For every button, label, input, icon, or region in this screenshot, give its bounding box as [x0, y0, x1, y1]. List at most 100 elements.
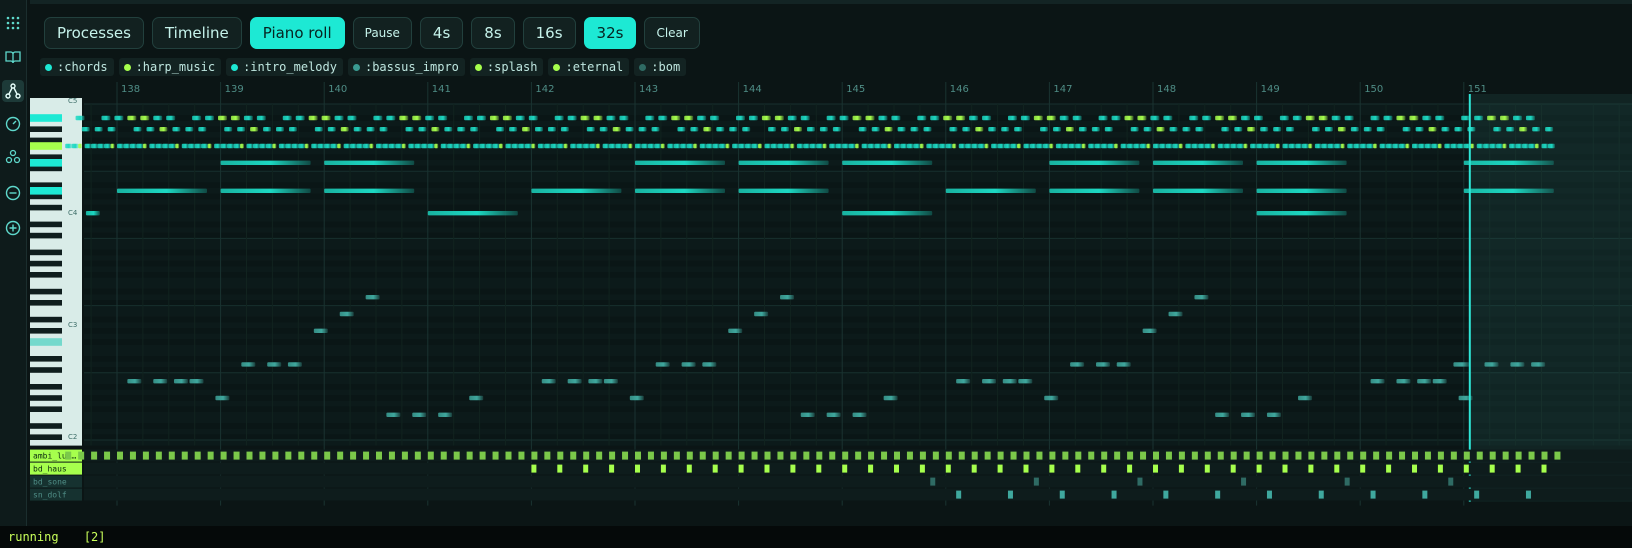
- clear-button[interactable]: Clear: [644, 17, 700, 49]
- note: [230, 115, 240, 121]
- note: [586, 127, 595, 132]
- note: [677, 127, 686, 132]
- note: [1088, 143, 1096, 149]
- note: [1337, 127, 1346, 132]
- note: [962, 127, 971, 132]
- note: [1036, 143, 1044, 149]
- channel-chip[interactable]: :splash: [469, 58, 544, 76]
- note: [926, 143, 934, 149]
- note: [1431, 143, 1439, 149]
- note: [1535, 143, 1540, 149]
- note: [524, 143, 532, 149]
- note: [1195, 127, 1204, 132]
- channel-chip[interactable]: :harp_music: [118, 58, 222, 76]
- tab-timeline[interactable]: Timeline: [151, 17, 242, 49]
- note: [1062, 143, 1070, 149]
- note: [496, 127, 505, 132]
- window-8s-button[interactable]: 8s: [471, 17, 515, 49]
- drum-hit: [1412, 451, 1418, 460]
- note: [1266, 412, 1281, 417]
- note: [956, 379, 971, 384]
- note: [1133, 143, 1141, 149]
- drum-hit: [777, 451, 784, 460]
- window-4s-button[interactable]: 4s: [419, 17, 464, 49]
- tab-processes[interactable]: Processes: [44, 17, 144, 49]
- piano-roll[interactable]: 138 139 140 141 142 143 144 145 146 147 148 149 150 1…: [30, 80, 1632, 516]
- note: [146, 127, 155, 132]
- drum-hit: [1515, 464, 1521, 473]
- note: [291, 143, 299, 149]
- note: [1493, 127, 1502, 132]
- bar-number: 151: [1468, 84, 1487, 95]
- drum-hit: [673, 451, 680, 460]
- note: [1091, 127, 1100, 132]
- drum-hit: [984, 451, 991, 460]
- note: [842, 160, 933, 165]
- note: [1386, 143, 1394, 149]
- channel-chip[interactable]: :eternal: [548, 58, 630, 76]
- drum-track-label: sn_dolf: [33, 491, 67, 500]
- minus-circle-icon[interactable]: [2, 182, 24, 204]
- drum-hit: [1204, 464, 1210, 473]
- note: [622, 143, 630, 149]
- note: [340, 127, 349, 132]
- channel-chip[interactable]: :bom: [634, 58, 687, 76]
- window-16s-button[interactable]: 16s: [522, 17, 576, 49]
- note: [324, 188, 415, 193]
- grid-row: [84, 165, 1632, 172]
- book-icon[interactable]: [2, 46, 24, 68]
- gauge-icon[interactable]: [2, 113, 24, 135]
- drum-hit: [945, 464, 951, 473]
- drum-hit: [738, 451, 745, 460]
- note: [1418, 143, 1426, 149]
- drum-hit: [1541, 451, 1548, 460]
- drum-hit: [868, 451, 875, 460]
- drum-hit: [1007, 490, 1013, 499]
- note: [438, 115, 448, 121]
- grid-icon[interactable]: [2, 12, 24, 34]
- note: [758, 143, 763, 149]
- note: [505, 143, 513, 149]
- channel-chip[interactable]: :intro_melody: [226, 58, 343, 76]
- note: [638, 127, 647, 132]
- tab-piano-roll[interactable]: Piano roll: [249, 17, 345, 49]
- note: [412, 115, 422, 121]
- note: [770, 143, 778, 149]
- network-icon[interactable]: [2, 80, 24, 102]
- bar-number: 146: [950, 84, 969, 95]
- note: [822, 143, 827, 149]
- note: [246, 143, 254, 149]
- black-key: [30, 221, 62, 228]
- note: [1350, 127, 1359, 132]
- note: [1483, 143, 1491, 149]
- drum-hit: [842, 464, 848, 473]
- note: [1318, 115, 1328, 121]
- note: [819, 127, 828, 132]
- drum-hit: [1256, 464, 1262, 473]
- note: [971, 143, 979, 149]
- drum-hit: [78, 451, 85, 460]
- channel-chip[interactable]: :bassus_impro: [347, 58, 465, 76]
- drum-hit: [1528, 451, 1535, 460]
- plus-circle-icon[interactable]: [2, 217, 24, 239]
- drum-hit: [894, 451, 900, 460]
- note: [499, 143, 504, 149]
- note: [1273, 127, 1282, 132]
- channel-chip[interactable]: :chords: [40, 58, 114, 76]
- note: [1256, 143, 1264, 149]
- note: [188, 143, 196, 149]
- note: [703, 127, 712, 132]
- note: [547, 127, 556, 132]
- nodes-icon[interactable]: [2, 146, 24, 168]
- note: [285, 143, 293, 149]
- note: [787, 115, 797, 121]
- note: [75, 115, 85, 121]
- window-32s-button[interactable]: 32s: [583, 17, 637, 49]
- note: [576, 143, 584, 149]
- pause-button[interactable]: Pause: [352, 17, 412, 49]
- drum-hit: [1282, 464, 1288, 473]
- note: [732, 143, 740, 149]
- note: [1243, 143, 1248, 149]
- black-key: [30, 272, 62, 278]
- note: [1094, 143, 1102, 149]
